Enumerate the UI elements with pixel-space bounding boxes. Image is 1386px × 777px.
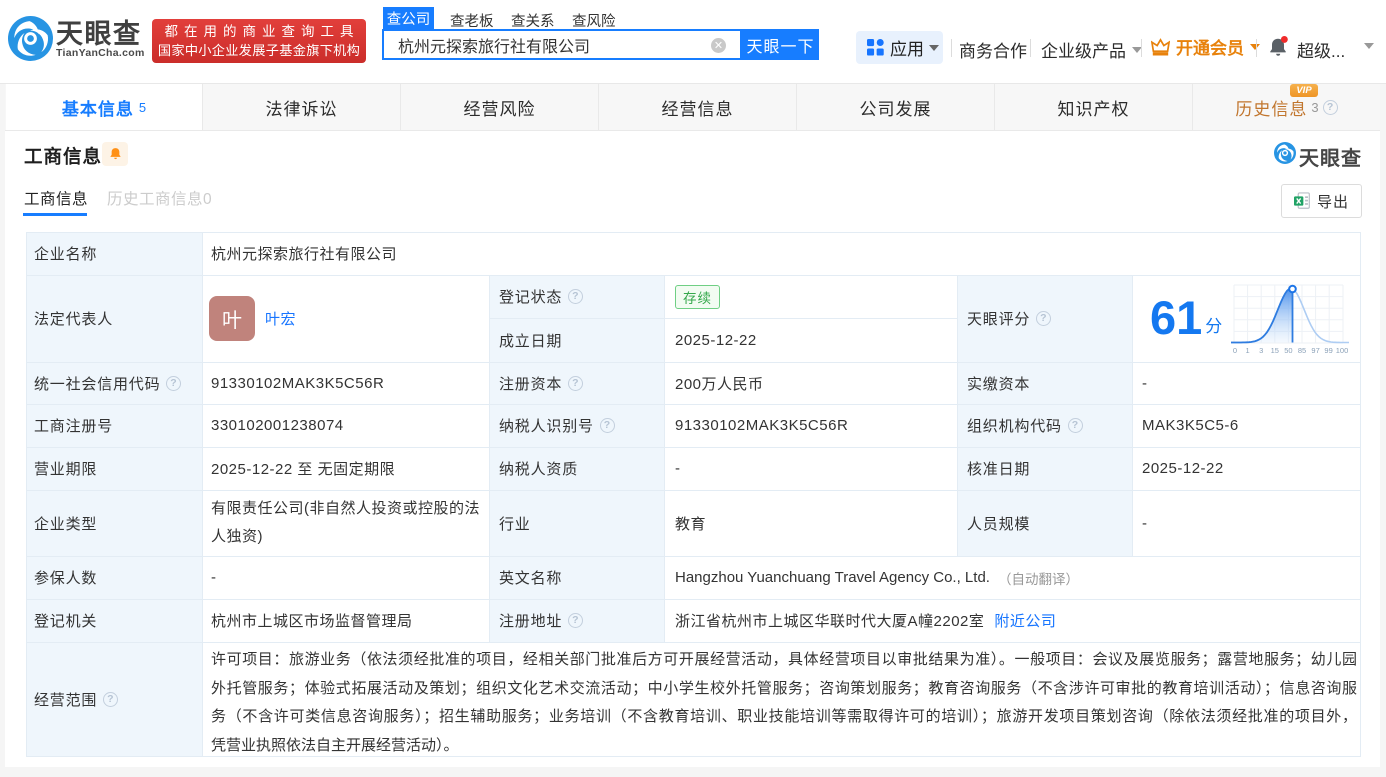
svg-text:0: 0 (1233, 346, 1237, 355)
svg-text:85: 85 (1298, 346, 1306, 355)
svg-text:3: 3 (1259, 346, 1263, 355)
svg-text:97: 97 (1311, 346, 1319, 355)
svg-text:99: 99 (1324, 346, 1332, 355)
svg-text:100: 100 (1336, 346, 1349, 355)
svg-text:15: 15 (1271, 346, 1279, 355)
svg-text:1: 1 (1246, 346, 1250, 355)
svg-text:50: 50 (1284, 346, 1292, 355)
